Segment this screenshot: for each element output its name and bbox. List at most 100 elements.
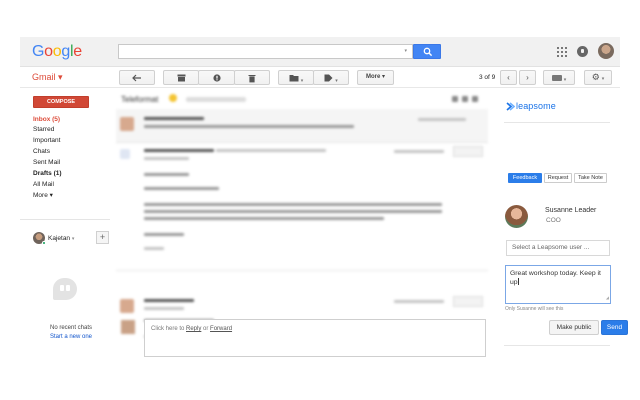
apps-grid-icon[interactable] (557, 47, 567, 57)
body-line (144, 210, 442, 213)
message-time (394, 300, 444, 303)
feedback-textarea[interactable]: Great workshop today. Keep it up ◢ (505, 265, 611, 304)
input-tools-button[interactable]: ▾ (543, 70, 575, 85)
google-logo[interactable]: Google (32, 43, 82, 61)
search-input[interactable]: ▾ (118, 44, 413, 59)
compose-button[interactable]: COMPOSE (33, 96, 89, 108)
body-line (144, 173, 189, 176)
important-marker-icon[interactable] (169, 94, 177, 102)
left-nav: COMPOSE Inbox (5) Starred Important Chat… (20, 89, 110, 360)
divider (504, 122, 610, 123)
archive-button[interactable] (163, 70, 199, 85)
keyboard-icon (551, 75, 562, 81)
sender-name (144, 117, 204, 120)
new-chat-button[interactable]: + (96, 231, 109, 244)
nav-more[interactable]: More ▾ (33, 191, 53, 199)
gmail-menu[interactable]: Gmail ▾ (32, 72, 63, 83)
message-collapsed[interactable] (116, 109, 488, 143)
chat-user-name-text: Kajetan (48, 235, 71, 242)
message-time (418, 118, 466, 121)
sender-email (216, 149, 326, 152)
search-dropdown-icon[interactable]: ▾ (404, 48, 407, 54)
folder-icon (289, 75, 299, 82)
logo-letter: o (52, 43, 62, 60)
hangouts-icon (53, 278, 77, 300)
nav-important[interactable]: Important (33, 137, 60, 144)
thread-labels (186, 97, 246, 102)
reply-button[interactable] (453, 296, 483, 307)
message-expanded (116, 145, 488, 271)
account-avatar[interactable] (598, 43, 614, 59)
send-button[interactable]: Send (601, 320, 628, 335)
arrow-left-icon (132, 74, 141, 82)
search-button[interactable] (413, 44, 441, 59)
nav-inbox[interactable]: Inbox (5) (33, 116, 60, 123)
notifications-icon[interactable] (577, 46, 588, 57)
thread-actions[interactable] (452, 96, 484, 102)
thread-subject: Teleformat (121, 95, 159, 104)
body-line (144, 247, 164, 250)
sender-avatar (120, 149, 130, 159)
top-bar: Google ▾ (20, 37, 620, 67)
new-window-icon (462, 96, 468, 102)
back-button[interactable] (119, 70, 155, 85)
leapsome-logo-icon (506, 102, 515, 111)
divider (20, 219, 110, 220)
chevron-left-icon: ‹ (507, 73, 510, 82)
recipients (144, 157, 189, 160)
delete-button[interactable] (234, 70, 270, 85)
print-icon (452, 96, 458, 102)
text-cursor (518, 278, 520, 285)
toolbar: Gmail ▾ ▾ ▾ More ▾ 3 of 9 ‹ › ▾ ⚙ ▾ (20, 68, 620, 88)
sender-name (144, 299, 194, 302)
logo-letter: e (73, 43, 82, 60)
chevron-down-icon: ▾ (71, 236, 75, 242)
logo-letter: o (44, 43, 53, 60)
nav-drafts[interactable]: Drafts (1) (33, 170, 62, 177)
message-time (394, 150, 444, 153)
labels-button[interactable]: ▾ (313, 70, 349, 85)
reply-avatar (121, 320, 135, 334)
older-button[interactable]: › (519, 70, 536, 85)
leapsome-sidebar: leapsome Feedback Request Take Note Susa… (498, 89, 628, 360)
more-button[interactable]: More ▾ (357, 70, 394, 85)
tab-feedback[interactable]: Feedback (508, 173, 542, 183)
nav-sent-mail[interactable]: Sent Mail (33, 159, 60, 166)
reply-box[interactable]: Click here to Reply or Forward (144, 319, 486, 357)
recipient-avatar (505, 205, 528, 228)
chat-user-name[interactable]: Kajetan ▾ (48, 235, 74, 242)
reply-prompt-or: or (201, 326, 211, 332)
browser-frame: Google ▾ Gmail ▾ ▾ ▾ More ▾ 3 of 9 ‹ › ▾… (20, 37, 628, 360)
body-line (144, 217, 384, 220)
tab-request[interactable]: Request (544, 173, 572, 183)
resize-handle-icon[interactable]: ◢ (606, 293, 609, 302)
reply-link[interactable]: Reply (186, 326, 201, 332)
start-new-chat-link[interactable]: Start a new one (20, 334, 122, 340)
logo-letter: g (61, 43, 70, 60)
page-count: 3 of 9 (479, 74, 496, 81)
report-spam-button[interactable] (198, 70, 235, 85)
tab-take-note[interactable]: Take Note (574, 173, 607, 183)
recipients (144, 307, 184, 310)
leapsome-user-select[interactable]: Select a Leapsome user ... (506, 240, 610, 256)
forward-link[interactable]: Forward (210, 326, 232, 332)
newer-button[interactable]: ‹ (500, 70, 517, 85)
reply-prompt-prefix: Click here to (151, 326, 187, 332)
body-line (144, 233, 184, 236)
nav-chats[interactable]: Chats (33, 148, 50, 155)
nav-starred[interactable]: Starred (33, 126, 54, 133)
feedback-text: Great workshop today. Keep it up (510, 270, 601, 286)
move-to-button[interactable]: ▾ (278, 70, 314, 85)
trash-icon (248, 75, 256, 83)
report-spam-icon (212, 74, 221, 82)
reply-button[interactable] (453, 146, 483, 157)
nav-all-mail[interactable]: All Mail (33, 181, 54, 188)
settings-button[interactable]: ⚙ ▾ (584, 70, 612, 85)
label-icon (324, 74, 333, 82)
make-public-button[interactable]: Make public (549, 320, 599, 335)
sender-avatar (120, 299, 134, 313)
sender-name (144, 149, 214, 152)
visibility-note: Only Susanne will see this (505, 306, 564, 312)
reply-prompt: Click here to Reply or Forward (151, 326, 232, 332)
leapsome-brand: leapsome (516, 101, 556, 111)
